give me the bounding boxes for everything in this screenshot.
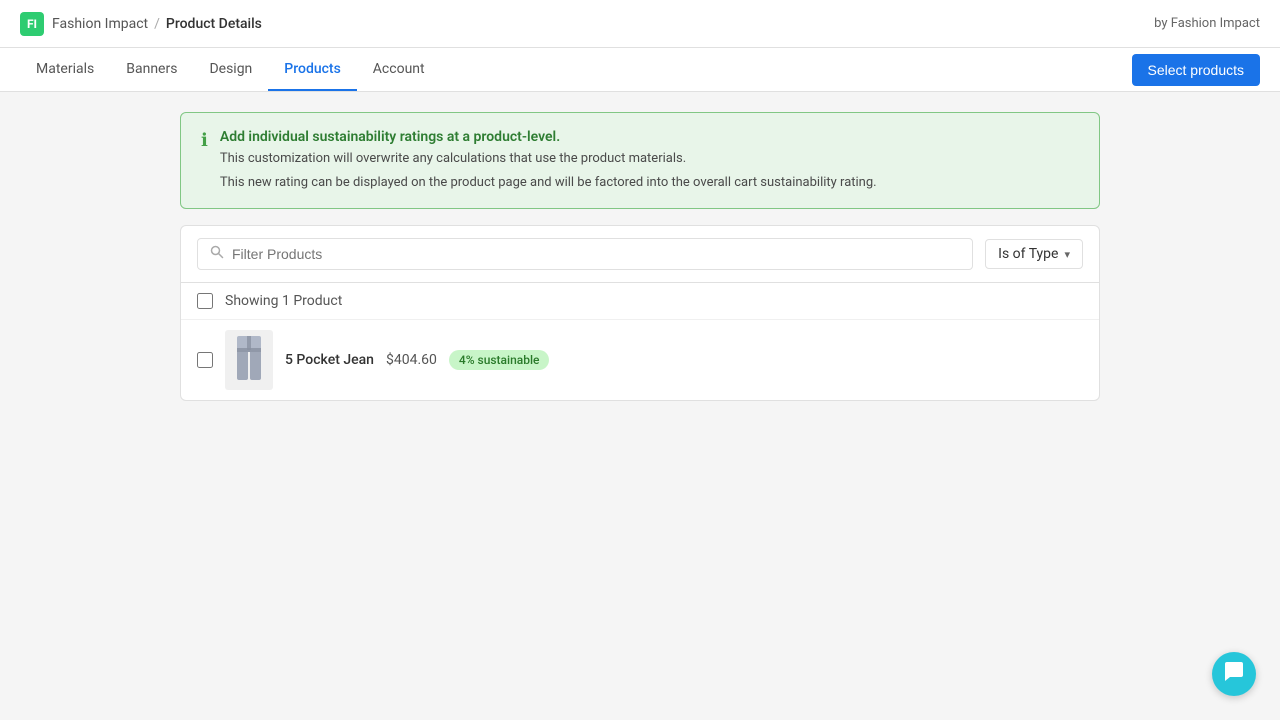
product-name: 5 Pocket Jean — [285, 352, 374, 368]
search-input[interactable] — [232, 246, 960, 262]
tab-design[interactable]: Design — [193, 49, 268, 91]
product-checkbox[interactable] — [197, 352, 213, 368]
info-banner-line2: This new rating can be displayed on the … — [220, 173, 877, 193]
info-icon: ℹ — [201, 130, 208, 192]
tab-banners[interactable]: Banners — [110, 49, 193, 91]
info-banner-title: Add individual sustainability ratings at… — [220, 129, 877, 145]
search-filter-bar: Is of Type ▾ — [181, 226, 1099, 283]
table-row: 5 Pocket Jean $404.60 4% sustainable — [181, 320, 1099, 400]
header-by-label: by Fashion Impact — [1154, 16, 1260, 31]
tab-materials[interactable]: Materials — [20, 49, 110, 91]
search-wrapper — [197, 238, 973, 270]
tab-products[interactable]: Products — [268, 49, 357, 91]
logo-text: FI — [27, 17, 37, 31]
select-all-checkbox[interactable] — [197, 293, 213, 309]
tab-account[interactable]: Account — [357, 49, 441, 91]
select-products-button[interactable]: Select products — [1132, 54, 1261, 86]
breadcrumb-current: Product Details — [166, 16, 262, 32]
product-count-text: Showing 1 Product — [225, 293, 342, 309]
filter-dropdown-label: Is of Type — [998, 246, 1058, 262]
product-list-container: Is of Type ▾ Showing 1 Product — [180, 225, 1100, 401]
filter-dropdown[interactable]: Is of Type ▾ — [985, 239, 1083, 269]
breadcrumb: Fashion Impact / Product Details — [52, 16, 262, 32]
product-count-row: Showing 1 Product — [181, 283, 1099, 320]
info-banner: ℹ Add individual sustainability ratings … — [180, 112, 1100, 209]
main-content: ℹ Add individual sustainability ratings … — [160, 92, 1120, 421]
chevron-down-icon: ▾ — [1064, 248, 1070, 261]
chat-bubble[interactable] — [1212, 652, 1256, 696]
search-icon — [210, 245, 224, 263]
product-info: 5 Pocket Jean $404.60 4% sustainable — [285, 350, 1083, 370]
app-logo: FI — [20, 12, 44, 36]
product-price: $404.60 — [386, 352, 437, 368]
navigation: Materials Banners Design Products Accoun… — [0, 48, 1280, 92]
header: FI Fashion Impact / Product Details by F… — [0, 0, 1280, 48]
info-banner-content: Add individual sustainability ratings at… — [220, 129, 877, 192]
nav-tabs: Materials Banners Design Products Accoun… — [20, 49, 441, 91]
breadcrumb-brand: Fashion Impact — [52, 16, 148, 32]
breadcrumb-separator: / — [154, 16, 160, 32]
header-left: FI Fashion Impact / Product Details — [20, 12, 262, 36]
sustainability-badge: 4% sustainable — [449, 350, 550, 370]
product-image — [225, 330, 273, 390]
chat-icon — [1223, 661, 1245, 688]
product-image-svg — [233, 336, 265, 384]
info-banner-line1: This customization will overwrite any ca… — [220, 149, 877, 169]
